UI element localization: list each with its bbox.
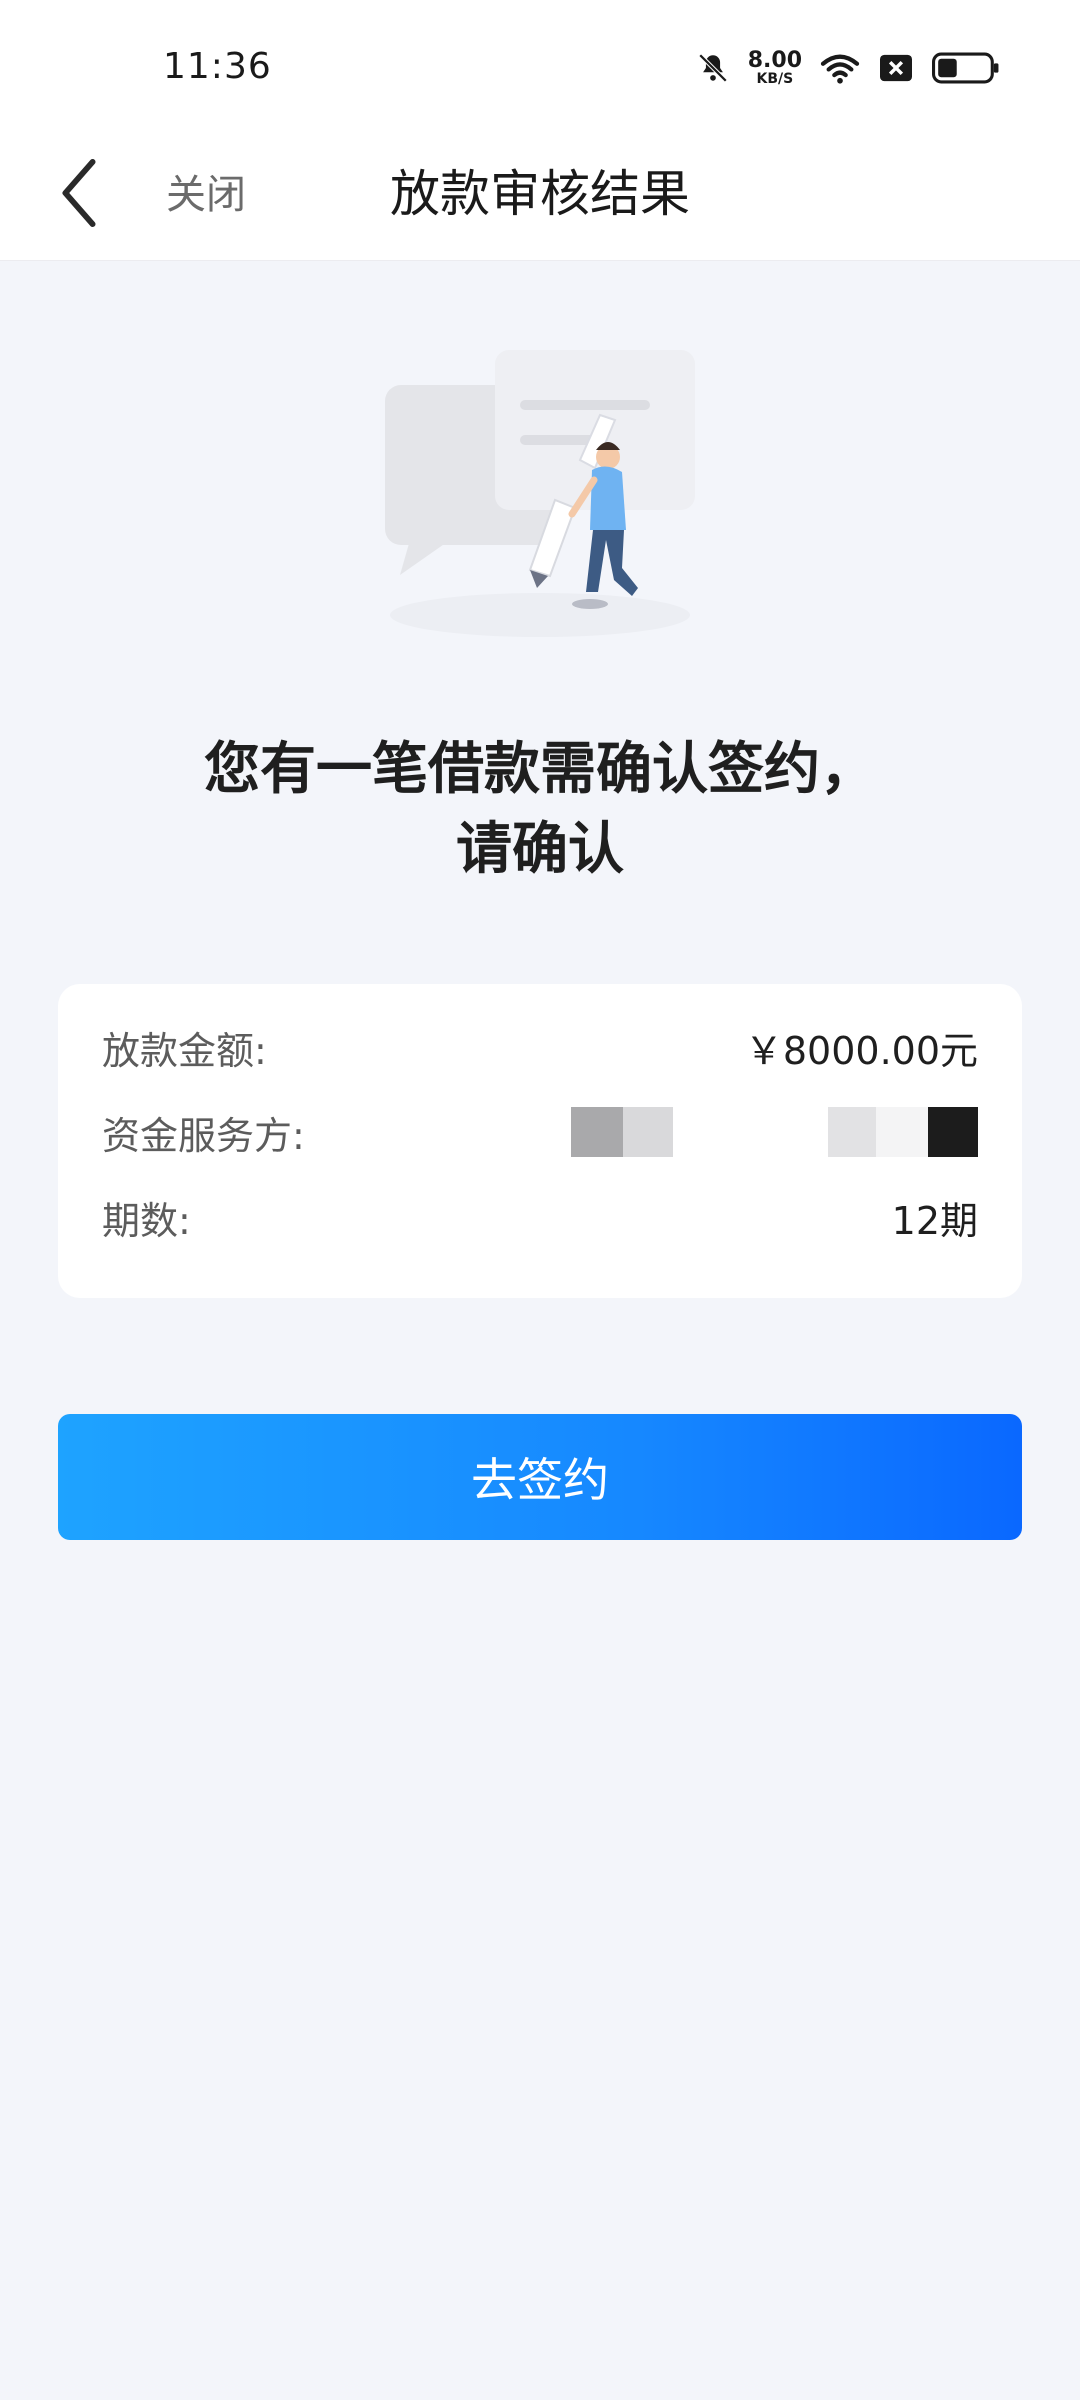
term-row: 期数: 12期	[102, 1192, 978, 1243]
amount-value: ￥8000.00元	[744, 1028, 978, 1073]
bell-muted-icon	[696, 51, 730, 85]
term-value: 12期	[891, 1198, 978, 1243]
wifi-icon	[820, 51, 860, 85]
sign-button[interactable]: 去签约	[58, 1414, 1022, 1540]
page-title: 放款审核结果	[390, 165, 690, 223]
provider-label: 资金服务方:	[102, 1113, 305, 1158]
status-icons: 8.00 KB/S	[696, 50, 1000, 86]
term-label: 期数:	[102, 1198, 191, 1243]
amount-label: 放款金额:	[102, 1028, 267, 1073]
headline-line-2: 请确认	[456, 817, 624, 882]
sim-x-icon	[878, 52, 914, 84]
status-time: 11:36	[163, 46, 272, 87]
nav-bar: 关闭 放款审核结果	[0, 132, 1080, 261]
status-bar: 11:36 8.00 KB/S	[0, 0, 1080, 132]
net-speed-unit: KB/S	[756, 71, 794, 87]
net-speed: 8.00 KB/S	[747, 48, 802, 87]
battery-icon	[932, 51, 1000, 85]
provider-row: 资金服务方:	[102, 1107, 978, 1158]
person-with-pen-illustration	[340, 330, 740, 650]
net-speed-value: 8.00	[747, 48, 802, 73]
confirm-headline: 您有一笔借款需确认签约， 请确认	[0, 730, 1080, 890]
headline-line-1: 您有一笔借款需确认签约，	[204, 737, 876, 802]
provider-value-redacted	[571, 1107, 978, 1157]
amount-row: 放款金额: ￥8000.00元	[102, 1022, 978, 1073]
loan-details-card: 放款金额: ￥8000.00元 资金服务方: 期数: 12期	[58, 984, 1022, 1298]
